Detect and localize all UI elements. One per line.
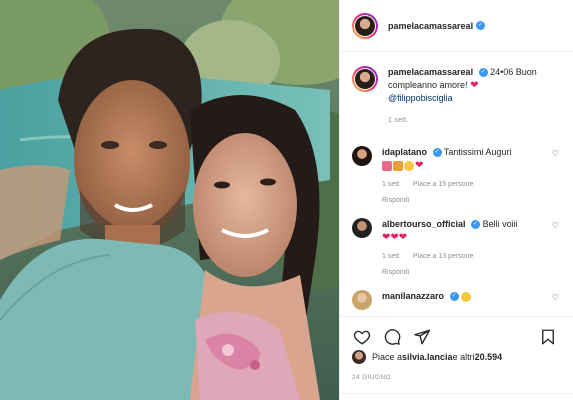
likes-count[interactable]: 20.594: [475, 352, 503, 362]
comment-avatar[interactable]: [352, 218, 372, 238]
reply-button[interactable]: Rispondi: [382, 194, 552, 207]
comment-emojis: ❤❤❤: [382, 232, 408, 244]
comment-item: manilanazzaro ✓ ♡: [352, 290, 567, 310]
comment-likes-count[interactable]: Piace a 15 persone: [413, 181, 473, 188]
red-heart-emoji-icon: ❤: [398, 232, 408, 244]
comment-item: idaplatano ✓ Tantissimi Auguri ❤ 1 sett.…: [352, 146, 567, 207]
verified-badge-icon: ✓: [478, 68, 488, 78]
caption-avatar[interactable]: [352, 66, 378, 92]
reply-button[interactable]: Rispondi: [382, 266, 552, 279]
verified-badge-icon: ✓: [471, 220, 481, 230]
tulip-emoji-icon: [382, 160, 392, 171]
paper-plane-icon[interactable]: [410, 325, 434, 349]
red-heart-emoji-icon: ❤: [415, 160, 424, 172]
comment-likes-count[interactable]: Piace a 13 persone: [413, 253, 473, 260]
red-heart-emoji-icon: ❤: [470, 80, 479, 92]
likes-prefix: Piace a: [372, 352, 403, 362]
bookmark-icon[interactable]: [536, 325, 560, 349]
comment-emojis: ❤: [382, 160, 424, 172]
red-heart-emoji-icon: ❤: [390, 232, 399, 244]
caption-timestamp[interactable]: 1 sett.: [388, 114, 558, 127]
post-side-panel: pamelacamassareal ✓ pamelacamassareal ✓ …: [339, 0, 573, 400]
verified-badge-icon: ✓: [449, 292, 459, 302]
post-date[interactable]: 24 GIUGNO: [352, 374, 391, 381]
caption-mention-link[interactable]: @filippobisciglia: [388, 93, 453, 103]
heart-eyes-emoji-icon: [461, 291, 472, 302]
comment-timestamp[interactable]: 1 sett.: [382, 181, 401, 188]
heart-outline-icon[interactable]: [350, 325, 374, 349]
verified-badge-icon: ✓: [476, 21, 486, 30]
comment-timestamp[interactable]: 1 sett.: [382, 253, 401, 260]
gift-emoji-icon: [393, 160, 403, 171]
heart-outline-icon[interactable]: ♡: [552, 293, 559, 302]
likes-user[interactable]: silvia.lancia: [402, 352, 453, 362]
heart-outline-icon[interactable]: ♡: [552, 149, 559, 158]
author-avatar[interactable]: [352, 12, 378, 39]
author-username[interactable]: pamelacamassareal: [388, 21, 473, 31]
liker-avatar: [352, 350, 366, 364]
likes-summary[interactable]: Piace a silvia.lancia e altri 20.594: [352, 350, 502, 364]
photo-illustration: [0, 0, 339, 400]
smile-emoji-icon: [404, 160, 414, 171]
comment-username[interactable]: albertourso_official: [382, 219, 466, 229]
post-header: pamelacamassareal ✓: [340, 0, 573, 52]
speech-bubble-icon[interactable]: [380, 325, 404, 349]
add-comment-bar[interactable]: [340, 393, 573, 400]
post-caption: pamelacamassareal ✓ 24•06 Buon compleann…: [352, 66, 567, 127]
comment-text: Belli voiii: [482, 219, 518, 229]
post-photo[interactable]: [0, 0, 339, 400]
comment-meta: 1 sett. Piace a 13 persone: [382, 250, 552, 263]
comment-meta: 1 sett. Piace a 15 persone: [382, 178, 552, 191]
comment-username[interactable]: idaplatano: [382, 147, 427, 157]
comment-avatar[interactable]: [352, 146, 372, 166]
likes-suffix: e altri: [452, 352, 475, 362]
comment-text: Tantissimi Auguri: [443, 147, 512, 157]
caption-username[interactable]: pamelacamassareal: [388, 67, 473, 77]
heart-outline-icon[interactable]: ♡: [552, 221, 559, 230]
comment-username[interactable]: manilanazzaro: [382, 291, 444, 301]
comment-item: albertourso_official ✓ Belli voiii ❤❤❤ 1…: [352, 218, 567, 279]
comment-avatar[interactable]: [352, 290, 372, 310]
verified-badge-icon: ✓: [432, 148, 442, 158]
